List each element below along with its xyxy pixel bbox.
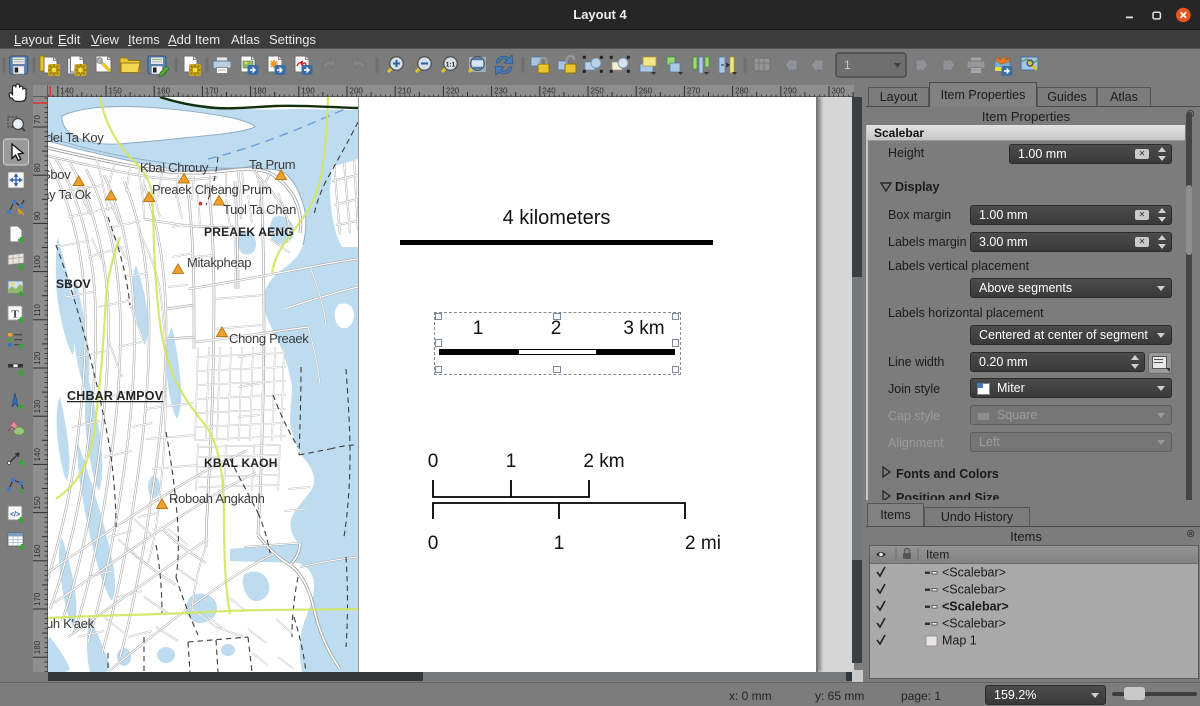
svg-text:100: 100 bbox=[33, 255, 42, 269]
svg-text:270: 270 bbox=[687, 87, 701, 96]
svg-text:260: 260 bbox=[639, 87, 653, 96]
svg-text:250: 250 bbox=[591, 87, 605, 96]
svg-text:<Scalebar>: <Scalebar> bbox=[942, 566, 1006, 580]
svg-text:180: 180 bbox=[253, 87, 267, 96]
svg-text:160: 160 bbox=[33, 544, 42, 558]
svg-text:110: 110 bbox=[33, 303, 42, 316]
svg-text:240: 240 bbox=[542, 87, 556, 96]
svg-text:80: 80 bbox=[33, 163, 42, 172]
svg-text:Mitakpheap: Mitakpheap bbox=[187, 255, 251, 270]
svg-text:190: 190 bbox=[301, 87, 315, 96]
svg-text:200: 200 bbox=[350, 87, 364, 96]
svg-text:Preaek Cheang Prum: Preaek Cheang Prum bbox=[152, 182, 272, 197]
svg-text:SBOV: SBOV bbox=[56, 277, 91, 291]
svg-text:PREAEK AENG: PREAEK AENG bbox=[204, 225, 294, 239]
svg-text:Roboah Angkanh: Roboah Angkanh bbox=[169, 491, 265, 506]
svg-text:90: 90 bbox=[33, 211, 42, 220]
svg-text:uh K'aek: uh K'aek bbox=[48, 616, 95, 631]
svg-text:1:1: 1:1 bbox=[446, 62, 456, 69]
svg-text:<Scalebar>: <Scalebar> bbox=[942, 600, 1009, 614]
svg-text:170: 170 bbox=[33, 592, 42, 606]
svg-text:Ta Prum: Ta Prum bbox=[249, 157, 295, 172]
svg-text:140: 140 bbox=[33, 448, 42, 462]
svg-text:Chong Preaek: Chong Preaek bbox=[229, 331, 309, 346]
svg-text:KBAL KAOH: KBAL KAOH bbox=[204, 456, 278, 470]
svg-text:300: 300 bbox=[832, 87, 846, 96]
svg-text:210: 210 bbox=[398, 87, 412, 96]
svg-text:CHBAR AMPOV: CHBAR AMPOV bbox=[67, 389, 164, 403]
svg-text:dei Ta Koy: dei Ta Koy bbox=[48, 130, 104, 145]
svg-text:1: 1 bbox=[844, 58, 851, 72]
svg-text:130: 130 bbox=[33, 399, 42, 413]
svg-text:280: 280 bbox=[735, 87, 749, 96]
svg-text:vay Ta Ok: vay Ta Ok bbox=[48, 187, 92, 202]
svg-text:170: 170 bbox=[205, 87, 219, 96]
svg-text:T: T bbox=[11, 309, 19, 321]
svg-text:220: 220 bbox=[446, 87, 460, 96]
svg-text:140: 140 bbox=[60, 87, 74, 96]
svg-text:Tuol Ta Chan: Tuol Ta Chan bbox=[223, 202, 296, 217]
svg-text:70: 70 bbox=[33, 115, 42, 124]
svg-text:180: 180 bbox=[33, 640, 42, 654]
svg-text:Sbov: Sbov bbox=[48, 167, 71, 182]
svg-text:120: 120 bbox=[33, 351, 42, 365]
svg-text:290: 290 bbox=[783, 87, 797, 96]
svg-text:230: 230 bbox=[494, 87, 508, 96]
svg-text:Item: Item bbox=[926, 548, 949, 562]
svg-text:Map 1: Map 1 bbox=[942, 634, 977, 648]
svg-text:160: 160 bbox=[157, 87, 171, 96]
svg-text:150: 150 bbox=[109, 87, 123, 96]
svg-text:<Scalebar>: <Scalebar> bbox=[942, 583, 1006, 597]
svg-text:Kbal Chrouy: Kbal Chrouy bbox=[140, 160, 209, 175]
svg-text:</>: </> bbox=[10, 512, 20, 519]
svg-text:150: 150 bbox=[33, 496, 42, 510]
svg-text:<Scalebar>: <Scalebar> bbox=[942, 617, 1006, 631]
